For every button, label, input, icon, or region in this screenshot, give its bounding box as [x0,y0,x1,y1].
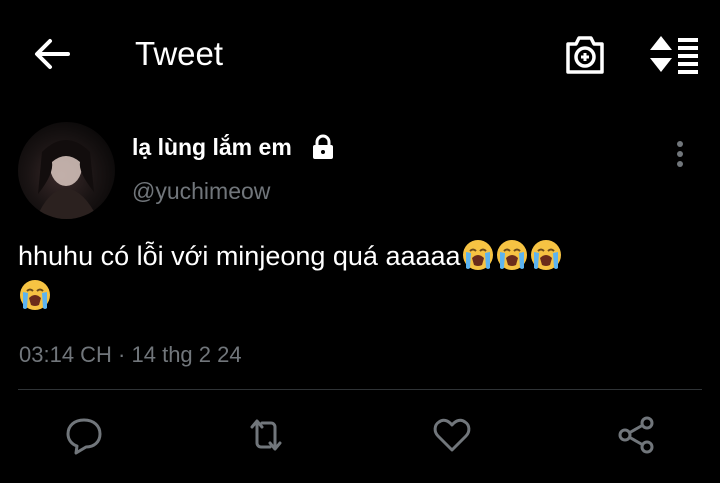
heart-icon[interactable] [432,415,472,455]
add-photo-icon[interactable] [564,34,606,76]
tweet-text: hhuhu có lỗi với minjeong quá aaaaa [18,236,708,316]
page-title: Tweet [135,35,224,72]
sort-icon[interactable] [648,34,700,74]
loudly-crying-face-icon [496,240,527,270]
loudly-crying-face-icon [20,280,50,310]
back-arrow-icon[interactable] [32,34,72,74]
retweet-icon[interactable] [246,415,286,455]
author-handle[interactable]: @yuchimeow [132,176,270,206]
avatar[interactable] [18,122,115,219]
loudly-crying-face-icon [530,240,561,270]
divider [18,389,702,390]
author-name[interactable]: lạ lùng lắm em [132,132,292,162]
loudly-crying-face-icon [462,240,493,270]
avatar-photo [36,140,98,219]
tweet-timestamp: 03:14 CH · 14 thg 2 24 [19,342,242,367]
reply-icon[interactable] [64,415,104,455]
top-app-bar: Tweet [0,0,720,110]
tweet-body: hhuhu có lỗi với minjeong quá aaaaa [18,241,461,271]
share-icon[interactable] [616,415,656,455]
more-options-icon[interactable] [666,138,694,172]
lock-icon [313,134,333,159]
